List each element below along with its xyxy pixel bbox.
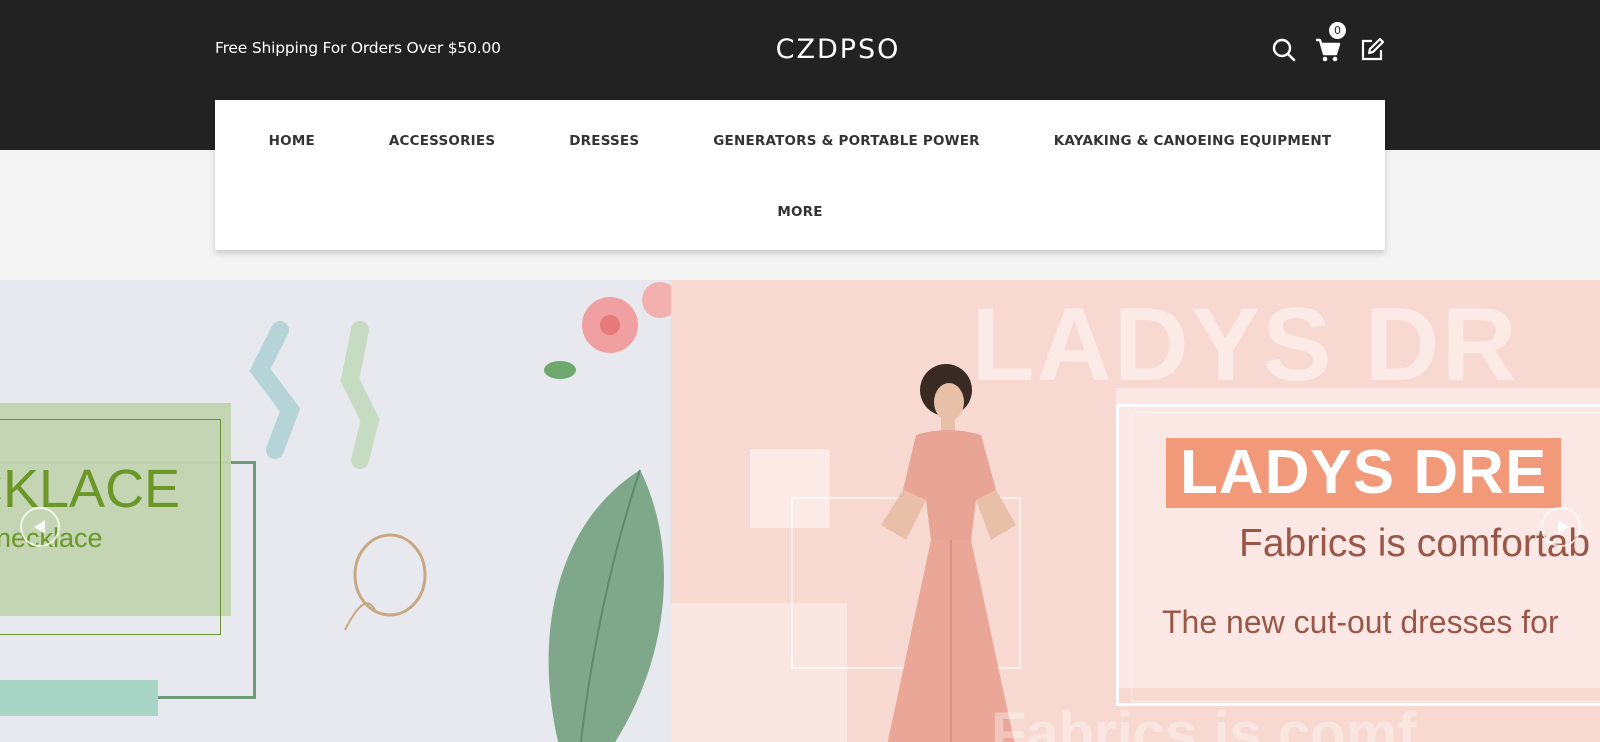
logo-text[interactable]: CZDPSO bbox=[776, 34, 901, 65]
carousel-next-button[interactable] bbox=[1541, 507, 1581, 547]
nav-item-accessories[interactable]: ACCESSORIES bbox=[389, 133, 495, 149]
nav-item-kayaking[interactable]: KAYAKING & CANOEING EQUIPMENT bbox=[1054, 133, 1332, 149]
fabrics-subtitle: Fabrics is comfortab bbox=[1239, 522, 1591, 565]
teal-bar bbox=[0, 680, 158, 716]
nav-row-more: MORE bbox=[215, 204, 1385, 220]
hero-carousel[interactable]: CKLACE necklace LADYS DR LADYS DRE Fabri… bbox=[0, 280, 1600, 742]
earrings-decoration bbox=[249, 321, 380, 469]
nav-item-dresses[interactable]: DRESSES bbox=[569, 133, 639, 149]
carousel-prev-button[interactable] bbox=[20, 507, 60, 547]
ladys-dress-slide[interactable]: LADYS DR LADYS DRE Fabrics is comfortab … bbox=[671, 280, 1600, 742]
ladys-dress-title: LADYS DRE bbox=[1166, 438, 1562, 508]
account-edit-button[interactable] bbox=[1358, 36, 1386, 64]
model-image bbox=[881, 364, 1016, 742]
flower-decoration bbox=[544, 282, 671, 379]
bracelet-decoration bbox=[344, 533, 427, 631]
nav-item-generators[interactable]: GENERATORS & PORTABLE POWER bbox=[713, 133, 979, 149]
nav-item-more[interactable]: MORE bbox=[777, 204, 822, 220]
cutout-tagline: The new cut-out dresses for bbox=[1162, 604, 1559, 640]
search-icon bbox=[1272, 38, 1296, 62]
cart-icon bbox=[1316, 38, 1341, 62]
leaf-decoration bbox=[548, 469, 664, 742]
background-caption: Fabrics is comf bbox=[991, 701, 1417, 742]
nav-row: HOME ACCESSORIES DRESSES GENERATORS & PO… bbox=[215, 133, 1385, 149]
cart-count-badge: 0 bbox=[1329, 22, 1346, 39]
nav-item-home[interactable]: HOME bbox=[269, 133, 315, 149]
edit-icon bbox=[1361, 37, 1385, 61]
main-navigation: HOME ACCESSORIES DRESSES GENERATORS & PO… bbox=[215, 100, 1385, 250]
search-button[interactable] bbox=[1270, 36, 1298, 64]
necklace-slide[interactable]: CKLACE necklace bbox=[0, 280, 671, 742]
cart-button[interactable]: 0 bbox=[1314, 22, 1346, 64]
